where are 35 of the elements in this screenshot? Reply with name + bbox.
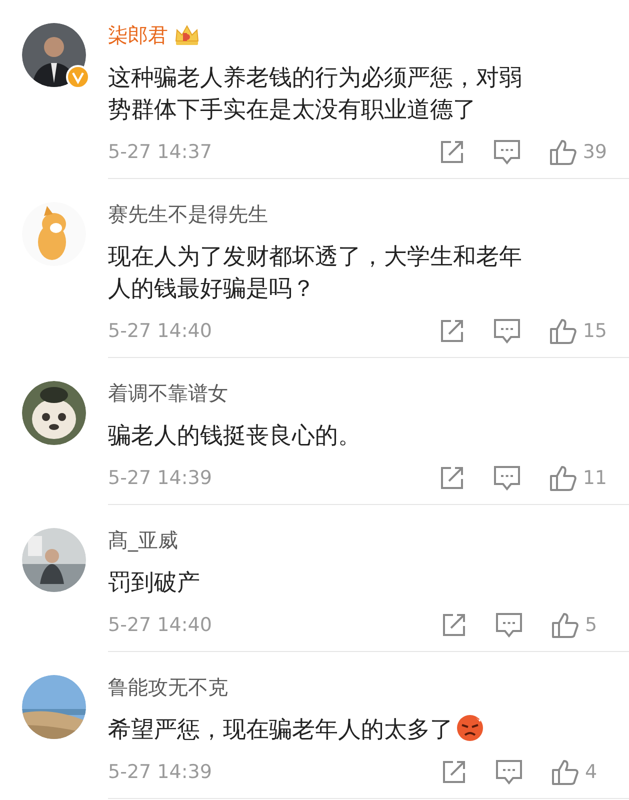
comment-icon[interactable]	[495, 612, 523, 638]
comment-icon[interactable]	[492, 139, 521, 165]
timestamp: 5-27 14:40	[108, 320, 213, 342]
like-count: 11	[582, 467, 607, 489]
thumbs-up-icon[interactable]	[548, 138, 577, 166]
timestamp: 5-27 14:37	[108, 141, 213, 163]
share-icon[interactable]	[441, 759, 467, 785]
thumbs-up-icon[interactable]	[551, 758, 579, 786]
timestamp: 5-27 14:39	[108, 467, 213, 489]
like-count: 15	[582, 320, 607, 342]
share-icon[interactable]	[438, 139, 465, 165]
share-icon[interactable]	[438, 465, 465, 491]
comment-icon[interactable]	[492, 465, 521, 491]
comment-text: 现在人为了发财都坏透了，大学生和老年人的钱最好骗是吗？	[108, 243, 523, 304]
comment-icon[interactable]	[495, 759, 523, 785]
comment-text: 希望严惩，现在骗老年人的太多了	[108, 714, 543, 746]
comment-text: 这种骗老人养老钱的行为必须严惩，对弱势群体下手实在是太没有职业道德了	[108, 64, 523, 125]
timestamp: 5-27 14:40	[108, 614, 213, 636]
thumbs-up-icon[interactable]	[548, 317, 577, 345]
share-icon[interactable]	[441, 612, 467, 638]
username[interactable]: 髙_亚威	[108, 526, 178, 554]
crown-icon	[174, 23, 200, 47]
share-icon[interactable]	[438, 318, 465, 344]
username[interactable]: 着调不靠谱女	[108, 380, 228, 406]
username[interactable]: 赛先生不是得先生	[108, 200, 268, 228]
thumbs-up-icon[interactable]	[551, 611, 579, 639]
thumbs-up-icon[interactable]	[548, 464, 577, 492]
timestamp: 5-27 14:39	[108, 761, 213, 783]
comment-text: 骗老人的钱挺丧良心的。	[108, 422, 362, 451]
like-count: 5	[585, 614, 598, 636]
comment-text: 罚到破产	[108, 569, 201, 598]
like-count: 4	[585, 761, 598, 783]
username[interactable]: 鲁能攻无不克	[108, 674, 228, 700]
like-count: 39	[582, 141, 607, 163]
comment-icon[interactable]	[492, 318, 521, 344]
